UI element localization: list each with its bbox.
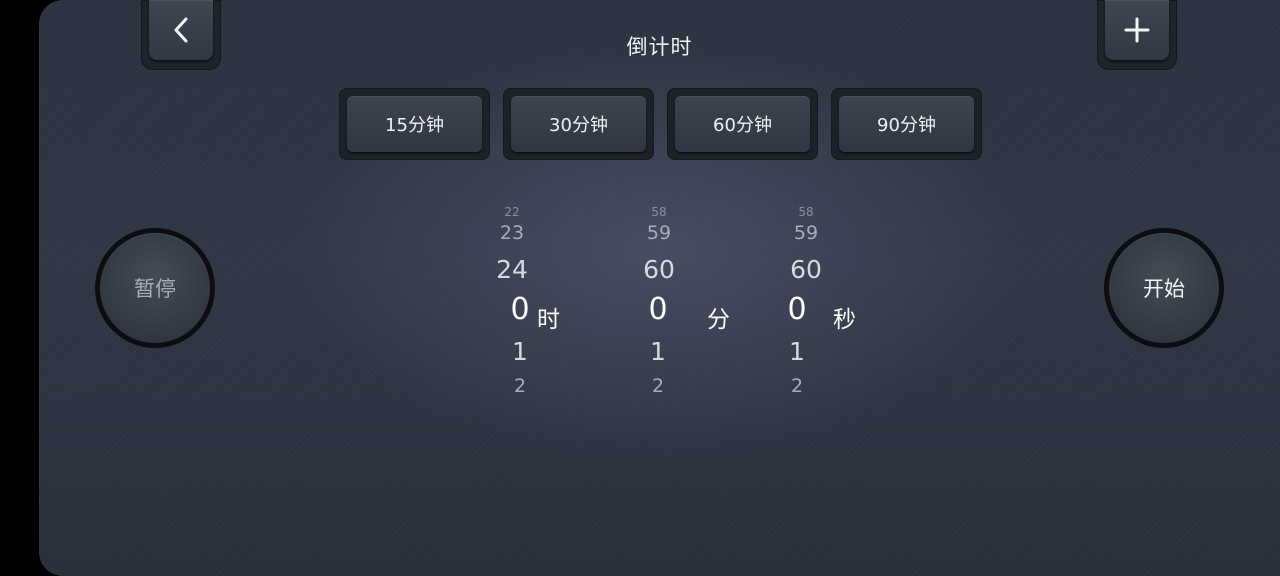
second-option[interactable]: 2 — [757, 377, 837, 396]
hour-option[interactable]: 2 — [480, 377, 560, 396]
preset-label[interactable]: 30分钟 — [511, 96, 646, 152]
page-title: 倒计时 — [626, 35, 693, 59]
second-selected[interactable]: 0 — [757, 295, 837, 325]
minute-unit-label: 分 — [707, 307, 730, 333]
preset-15min-button[interactable]: 15分钟 — [339, 88, 490, 160]
second-option[interactable]: 1 — [757, 339, 837, 364]
plus-icon — [1124, 17, 1150, 43]
second-option[interactable]: 59 — [766, 224, 846, 243]
minute-option[interactable]: 59 — [619, 224, 699, 243]
preset-label[interactable]: 15分钟 — [347, 96, 482, 152]
preset-90min-button[interactable]: 90分钟 — [831, 88, 982, 160]
hour-option[interactable]: 1 — [480, 339, 560, 364]
time-picker: 22 23 24 0 1 2 时 58 59 60 0 1 2 分 58 59 … — [39, 200, 1280, 410]
minute-option[interactable]: 58 — [619, 206, 699, 218]
add-button[interactable] — [1097, 0, 1177, 70]
hour-option[interactable]: 23 — [472, 224, 552, 243]
hour-option[interactable]: 24 — [472, 257, 552, 282]
preset-label[interactable]: 90分钟 — [839, 96, 974, 152]
preset-60min-button[interactable]: 60分钟 — [667, 88, 818, 160]
hour-unit-label: 时 — [537, 307, 560, 333]
add-button-face[interactable] — [1105, 0, 1169, 60]
minute-option[interactable]: 2 — [618, 377, 698, 396]
minute-option[interactable]: 1 — [618, 339, 698, 364]
minute-option[interactable]: 60 — [619, 257, 699, 282]
timer-screen: 倒计时 15分钟 30分钟 60分钟 90分钟 暂停 开始 22 23 24 0… — [39, 0, 1280, 576]
minute-selected[interactable]: 0 — [618, 295, 698, 325]
second-unit-label: 秒 — [833, 307, 856, 333]
preset-bar: 15分钟 30分钟 60分钟 90分钟 — [339, 88, 982, 160]
second-option[interactable]: 60 — [766, 257, 846, 282]
hour-option[interactable]: 22 — [472, 206, 552, 218]
second-option[interactable]: 58 — [766, 206, 846, 218]
preset-label[interactable]: 60分钟 — [675, 96, 810, 152]
preset-30min-button[interactable]: 30分钟 — [503, 88, 654, 160]
